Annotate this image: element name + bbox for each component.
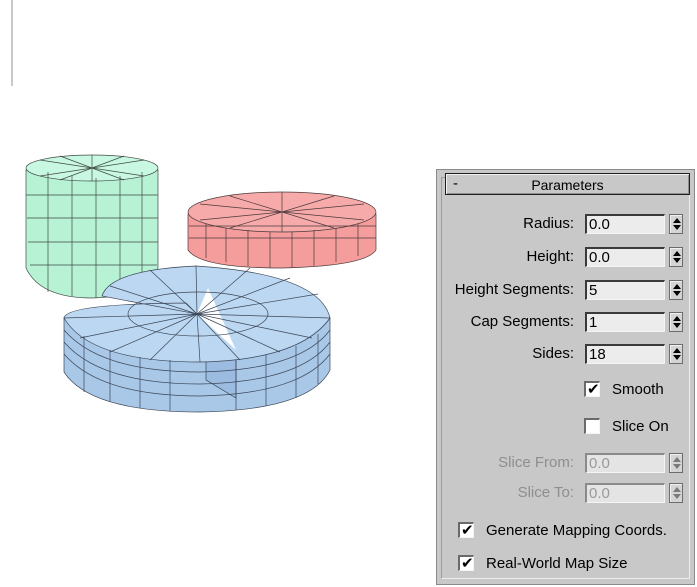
smooth-checkbox[interactable]: ✔ (584, 380, 600, 398)
slice-from-input[interactable] (585, 453, 665, 473)
slice-on-label: Slice On (612, 418, 669, 435)
generate-mapping-coords-label: Generate Mapping Coords. (486, 522, 667, 539)
checkmark-icon: ✔ (461, 521, 474, 539)
slice-on-checkbox[interactable] (584, 418, 600, 434)
height-segments-label: Height Segments: (454, 281, 574, 298)
checkmark-icon: ✔ (461, 554, 474, 572)
radius-label: Radius: (523, 215, 574, 232)
checkmark-icon: ✔ (587, 380, 600, 398)
height-spinner-icon[interactable] (669, 247, 683, 267)
radius-input[interactable] (585, 214, 665, 234)
cap-segments-input[interactable] (585, 312, 665, 332)
slice-from-label: Slice From: (498, 454, 574, 471)
radius-spinner-icon[interactable] (669, 214, 683, 234)
parameters-rollout-header[interactable]: - Parameters (445, 173, 690, 195)
sides-label: Sides: (532, 345, 574, 362)
slice-to-label: Slice To: (517, 484, 574, 501)
smooth-label: Smooth (612, 381, 664, 398)
cap-segments-label: Cap Segments: (470, 313, 574, 330)
height-label: Height: (526, 248, 574, 265)
parameters-panel: - Parameters Radius: Height: Height Segm… (436, 169, 695, 585)
sides-input[interactable] (585, 344, 665, 364)
viewport-scene (25, 154, 377, 413)
cap-segments-spinner-icon[interactable] (669, 312, 683, 332)
slice-from-spinner-icon[interactable] (669, 453, 683, 473)
height-segments-input[interactable] (585, 280, 665, 300)
parameters-group-frame (441, 177, 690, 579)
sides-spinner-icon[interactable] (669, 344, 683, 364)
slice-to-spinner-icon[interactable] (669, 483, 683, 503)
rollout-title: Parameters (531, 177, 604, 193)
slice-to-input[interactable] (585, 483, 665, 503)
generate-mapping-coords-checkbox[interactable]: ✔ (458, 521, 474, 539)
real-world-map-size-checkbox[interactable]: ✔ (458, 554, 474, 572)
red-cylinder (187, 191, 377, 269)
real-world-map-size-label: Real-World Map Size (486, 555, 628, 572)
height-input[interactable] (585, 247, 665, 267)
height-segments-spinner-icon[interactable] (669, 280, 683, 300)
